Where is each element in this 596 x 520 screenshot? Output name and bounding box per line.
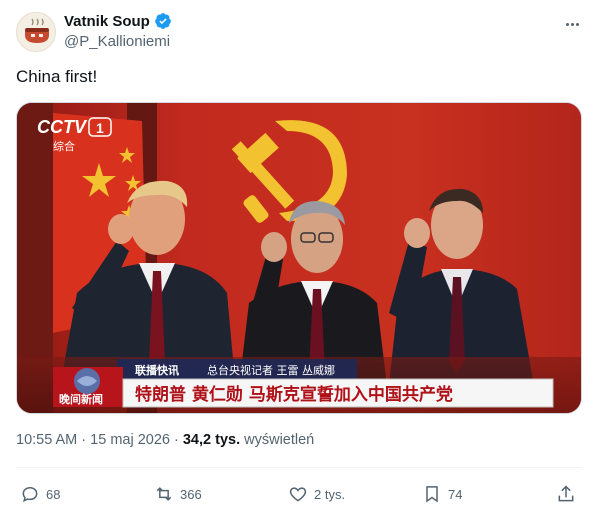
share-icon <box>558 485 574 502</box>
svg-text:晚间新闻: 晚间新闻 <box>59 392 103 406</box>
repost-icon <box>156 487 172 501</box>
tweet-header: Vatnik Soup @P_Kallioniemi <box>16 10 584 56</box>
avatar[interactable] <box>16 12 56 52</box>
author-handle[interactable]: @P_Kallioniemi <box>64 33 170 50</box>
svg-text:联播快讯: 联播快讯 <box>135 363 179 377</box>
like-count: 2 tys. <box>314 486 346 502</box>
svg-text:特朗普 黄仁勋 马斯克宣誓加入中国共产党: 特朗普 黄仁勋 马斯克宣誓加入中国共产党 <box>135 384 453 405</box>
tweet-text: China first! <box>16 67 98 86</box>
views-count[interactable]: 34,2 tys. <box>183 432 240 448</box>
bookmark-count: 74 <box>448 486 463 502</box>
author-name-row: Vatnik Soup <box>64 12 172 30</box>
verified-badge-icon[interactable] <box>154 12 172 30</box>
tweet-media-image[interactable]: CCTV 1 综合 联播快讯 总台央视记者 王雷 丛威娜 晚间新闻 特朗普 黄仁… <box>16 102 582 414</box>
reply-icon <box>22 486 38 503</box>
bookmark-button[interactable]: 74 <box>422 480 462 508</box>
like-button[interactable]: 2 tys. <box>288 480 345 508</box>
soup-bowl-avatar-icon <box>17 13 55 51</box>
repost-count: 366 <box>180 486 202 502</box>
more-options-icon[interactable] <box>560 14 584 34</box>
tweet-time[interactable]: 10:55 AM <box>16 432 77 448</box>
meta-separator: · <box>169 432 183 448</box>
heart-icon <box>289 487 307 502</box>
tweet-meta: 10:55 AM · 15 maj 2026 · 34,2 tys. wyświ… <box>16 432 314 448</box>
author-display-name[interactable]: Vatnik Soup <box>64 13 150 30</box>
reply-button[interactable]: 68 <box>20 480 60 508</box>
tweet-date[interactable]: 15 maj 2026 <box>90 432 170 448</box>
divider <box>16 467 582 468</box>
svg-text:总台央视记者 王雷 丛威娜: 总台央视记者 王雷 丛威娜 <box>207 363 335 377</box>
meta-separator: · <box>77 432 91 448</box>
bookmark-icon <box>426 486 438 503</box>
svg-text:1: 1 <box>96 120 104 136</box>
share-button[interactable] <box>556 480 576 508</box>
svg-text:CCTV: CCTV <box>37 117 88 137</box>
views-label: wyświetleń <box>240 432 315 448</box>
news-broadcast-image: CCTV 1 综合 联播快讯 总台央视记者 王雷 丛威娜 晚间新闻 特朗普 黄仁… <box>17 103 581 413</box>
svg-text:综合: 综合 <box>53 139 75 153</box>
repost-button[interactable]: 366 <box>154 480 202 508</box>
reply-count: 68 <box>46 486 61 502</box>
tweet-actions: 68 366 2 tys. 74 <box>16 480 582 508</box>
